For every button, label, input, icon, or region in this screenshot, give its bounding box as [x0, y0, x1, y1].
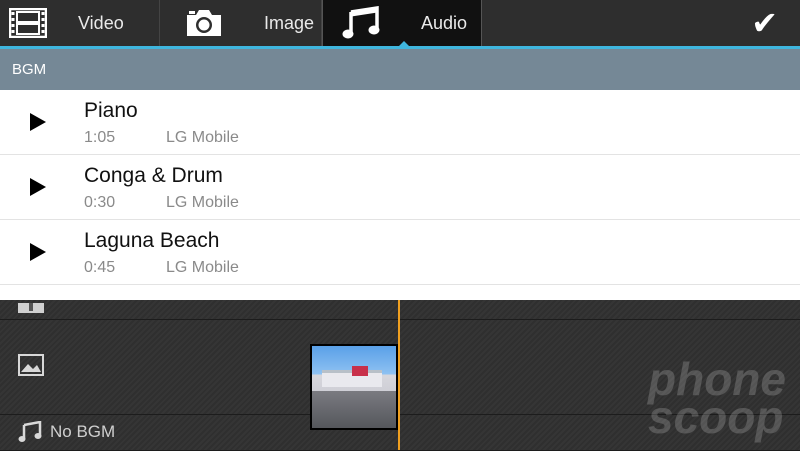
track-title: Piano — [84, 99, 138, 122]
watermark-logo: phone scoop — [648, 356, 786, 443]
bgm-status-label: No BGM — [50, 422, 116, 441]
checkmark-icon[interactable]: ✔ — [751, 6, 778, 40]
tab-image[interactable]: Image — [160, 0, 322, 46]
track-duration: 1:05 — [84, 129, 116, 146]
track-artist: LG Mobile — [166, 129, 239, 146]
timeline[interactable]: No BGM phone scoop — [0, 300, 800, 451]
camera-icon — [176, 0, 232, 46]
watermark-line-2: scoop — [648, 391, 784, 443]
music-note-icon — [18, 420, 42, 448]
tab-audio[interactable]: Audio — [322, 0, 482, 49]
track-title: Laguna Beach — [84, 229, 220, 252]
film-icon — [0, 0, 56, 46]
track-artist: LG Mobile — [166, 259, 239, 276]
media-tab-bar: Video Image Audio ✔ — [0, 0, 800, 49]
track-duration: 0:30 — [84, 194, 116, 211]
tab-video[interactable]: Video — [0, 0, 160, 46]
bgm-track-list[interactable]: Piano 1:05 LG Mobile Conga & Drum 0:30 L… — [0, 90, 800, 300]
image-icon — [18, 354, 44, 381]
tab-video-label: Video — [78, 12, 124, 33]
play-icon[interactable] — [30, 243, 46, 261]
track-artist: LG Mobile — [166, 194, 239, 211]
play-icon[interactable] — [30, 113, 46, 131]
list-item-partial[interactable] — [0, 285, 800, 300]
list-item[interactable]: Piano 1:05 LG Mobile — [0, 90, 800, 155]
music-note-icon — [333, 0, 389, 46]
text-track-icon — [18, 300, 44, 318]
list-item[interactable]: Laguna Beach 0:45 LG Mobile — [0, 220, 800, 285]
section-header-bgm: BGM — [0, 49, 800, 90]
track-duration: 0:45 — [84, 259, 116, 276]
track-title: Conga & Drum — [84, 164, 223, 187]
playhead[interactable] — [398, 300, 400, 450]
play-icon[interactable] — [30, 178, 46, 196]
selected-tab-indicator — [396, 41, 412, 49]
list-item[interactable]: Conga & Drum 0:30 LG Mobile — [0, 155, 800, 220]
text-track-row[interactable] — [0, 300, 800, 320]
tab-audio-label: Audio — [421, 12, 468, 33]
tab-image-label: Image — [264, 12, 315, 33]
thumbnail-sign — [352, 366, 368, 376]
